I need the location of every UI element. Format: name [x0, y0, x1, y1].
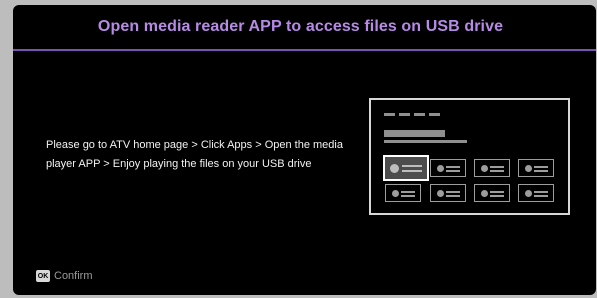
illustration-heading-bar: [384, 130, 445, 137]
tile-line: [446, 195, 460, 197]
title-divider: [13, 49, 596, 51]
tile-dot-icon: [525, 165, 532, 172]
dialog-header: Open media reader APP to access files on…: [13, 5, 596, 49]
tile-line: [402, 165, 422, 167]
ok-key-icon: OK: [36, 270, 50, 282]
tile-line: [446, 191, 460, 193]
tile-line: [534, 191, 548, 193]
confirm-label: Confirm: [54, 270, 93, 282]
instructions-text: Please go to ATV home page > Click Apps …: [46, 139, 343, 170]
illustration-tile-selected: [383, 155, 429, 181]
illustration-nav-dash: [429, 113, 440, 116]
illustration-tile: [430, 159, 466, 177]
illustration-tile: [518, 184, 554, 202]
tile-line: [446, 170, 460, 172]
tile-line: [490, 195, 504, 197]
illustration-nav-dash: [399, 113, 410, 116]
illustration-subheading-bar: [384, 140, 467, 143]
tile-line: [490, 166, 504, 168]
tile-dot-icon: [481, 190, 488, 197]
tile-dot-icon: [525, 190, 532, 197]
tile-line: [534, 166, 548, 168]
tile-dot-icon: [437, 190, 444, 197]
tile-dot-icon: [390, 164, 399, 173]
tile-line: [534, 170, 548, 172]
tile-line: [534, 195, 548, 197]
illustration-tile: [518, 159, 554, 177]
illustration-tile: [474, 159, 510, 177]
tile-dot-icon: [481, 165, 488, 172]
usb-media-dialog: Open media reader APP to access files on…: [13, 5, 596, 295]
tile-line: [490, 170, 504, 172]
tile-line: [401, 191, 415, 193]
tile-line: [402, 170, 422, 172]
illustration-tile: [430, 184, 466, 202]
illustration-tile: [385, 184, 421, 202]
tv-home-screen-illustration: [369, 98, 570, 215]
tile-dot-icon: [437, 165, 444, 172]
illustration-nav-dash: [384, 113, 395, 116]
tile-line: [490, 191, 504, 193]
dialog-title: Open media reader APP to access files on…: [97, 18, 504, 35]
tile-dot-icon: [392, 190, 399, 197]
illustration-tile: [474, 184, 510, 202]
illustration-nav-dash: [414, 113, 425, 116]
tile-line: [401, 195, 415, 197]
confirm-button[interactable]: OK Confirm: [36, 270, 93, 282]
tile-line: [446, 166, 460, 168]
